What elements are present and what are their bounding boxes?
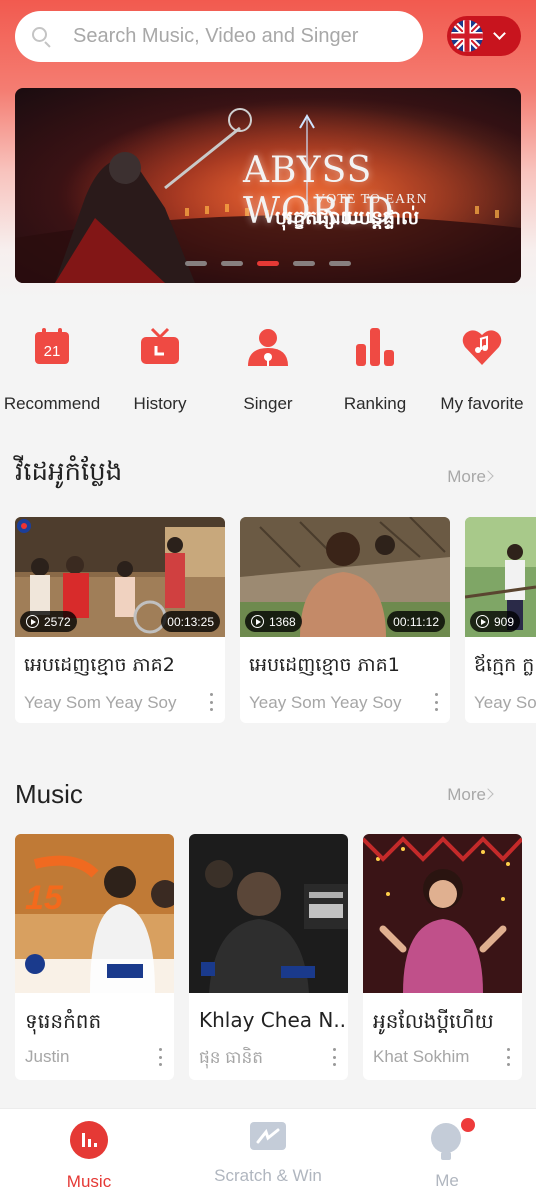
music-more-link[interactable]: More bbox=[447, 785, 486, 805]
category-label: Singer bbox=[243, 394, 293, 413]
category-singer[interactable]: Singer bbox=[218, 318, 318, 413]
language-selector[interactable] bbox=[447, 16, 521, 56]
more-options-icon[interactable] bbox=[507, 1048, 511, 1066]
section-title-videos: វីដេអូកំប្លែង bbox=[15, 456, 123, 486]
ranking-icon bbox=[354, 326, 396, 368]
music-cover bbox=[189, 834, 348, 993]
video-thumbnail: 909 bbox=[465, 517, 536, 637]
videos-more-link[interactable]: More bbox=[447, 467, 486, 487]
video-card[interactable]: 2572 00:13:25 អេបដេញខ្មោច ភាគ2 Yeay Som … bbox=[15, 517, 225, 723]
view-count-badge: 909 bbox=[470, 611, 521, 632]
song-artist: ផុន ធានិត bbox=[199, 1048, 264, 1067]
music-card[interactable]: អូនលែងប្តីហើយ Khat Sokhim bbox=[363, 834, 522, 1080]
video-thumbnail: 1368 00:11:12 bbox=[240, 517, 450, 637]
singer-icon bbox=[247, 326, 289, 368]
play-count-icon bbox=[251, 615, 264, 628]
category-history[interactable]: History bbox=[110, 318, 210, 413]
scratch-card-icon bbox=[250, 1122, 286, 1150]
chevron-down-icon bbox=[493, 27, 506, 40]
carousel-dot-active[interactable] bbox=[257, 261, 279, 266]
category-label: History bbox=[133, 394, 187, 413]
search-bar[interactable] bbox=[15, 11, 423, 62]
category-label: My favorite bbox=[440, 394, 524, 413]
nav-me[interactable]: Me bbox=[358, 1109, 536, 1200]
category-recommend[interactable]: 21 Recommend bbox=[2, 318, 102, 413]
category-label: Ranking bbox=[343, 394, 407, 413]
category-label: Recommend bbox=[3, 394, 101, 413]
nav-label: Music bbox=[66, 1172, 112, 1191]
category-ranking[interactable]: Ranking bbox=[325, 318, 425, 413]
heart-music-icon bbox=[461, 326, 503, 368]
song-title: អូនលែងប្តីហើយ bbox=[373, 1009, 494, 1033]
song-artist: Khat Sokhim bbox=[373, 1047, 470, 1066]
view-count: 909 bbox=[494, 614, 515, 629]
svg-text:15: 15 bbox=[25, 879, 64, 917]
play-count-icon bbox=[476, 615, 489, 628]
song-title: ទុរេនកំពត bbox=[25, 1009, 102, 1033]
music-bars-icon bbox=[70, 1121, 108, 1159]
carousel-indicator[interactable] bbox=[185, 261, 351, 266]
uk-flag-icon bbox=[451, 20, 483, 52]
more-options-icon[interactable] bbox=[333, 1048, 337, 1066]
view-count: 1368 bbox=[269, 614, 296, 629]
promo-banner[interactable]: ABYSS WORLD VOTE TO EARN បុរក្ខតផ្សាយបន្… bbox=[15, 88, 521, 283]
carousel-dot[interactable] bbox=[221, 261, 243, 266]
section-title-music: Music bbox=[15, 779, 83, 809]
video-title: អេបដេញខ្មោច ភាគ2 bbox=[24, 654, 175, 676]
song-artist: Justin bbox=[25, 1047, 70, 1066]
play-count-icon bbox=[26, 615, 39, 628]
music-card[interactable]: 15 ទុរេនកំពត Justin bbox=[15, 834, 174, 1080]
banner-khmer-text: បុរក្ខតផ្សាយបន្តផ្ទាល់ bbox=[275, 207, 420, 229]
duration-badge: 00:13:25 bbox=[161, 611, 220, 632]
nav-label: Scratch & Win bbox=[214, 1166, 322, 1185]
duration: 00:13:25 bbox=[167, 614, 214, 629]
video-thumbnail: 2572 00:13:25 bbox=[15, 517, 225, 637]
video-title: ឪក្មេក ក្ល bbox=[474, 654, 535, 676]
duration-badge: 00:11:12 bbox=[387, 611, 445, 632]
music-cover bbox=[363, 834, 522, 993]
song-title: Khlay Chea N... bbox=[199, 1008, 344, 1032]
view-count-badge: 1368 bbox=[245, 611, 302, 632]
notification-badge bbox=[461, 1118, 475, 1132]
video-title: អេបដេញខ្មោច ភាគ1 bbox=[249, 654, 400, 676]
music-cover: 15 bbox=[15, 834, 174, 993]
more-options-icon[interactable] bbox=[159, 1048, 163, 1066]
video-channel: Yeay Som Yeay Soy bbox=[249, 693, 402, 712]
carousel-dot[interactable] bbox=[293, 261, 315, 266]
duration: 00:11:12 bbox=[393, 614, 439, 629]
tv-icon bbox=[139, 326, 181, 368]
more-options-icon[interactable] bbox=[435, 693, 439, 711]
search-icon bbox=[31, 26, 53, 48]
bottom-navigation: Music Scratch & Win Me bbox=[0, 1108, 536, 1200]
carousel-dot[interactable] bbox=[329, 261, 351, 266]
nav-music[interactable]: Music bbox=[0, 1109, 178, 1200]
carousel-dot[interactable] bbox=[185, 261, 207, 266]
video-channel: Yeay Som Yeay Soy bbox=[24, 693, 177, 712]
more-options-icon[interactable] bbox=[210, 693, 214, 711]
video-channel: Yeay Som bbox=[474, 693, 536, 712]
search-input[interactable] bbox=[73, 25, 393, 48]
nav-label: Me bbox=[435, 1171, 459, 1190]
music-card[interactable]: Khlay Chea N... ផុន ធានិត bbox=[189, 834, 348, 1080]
view-count: 2572 bbox=[44, 614, 71, 629]
calendar-day: 21 bbox=[44, 343, 61, 360]
category-my-favorite[interactable]: My favorite bbox=[432, 318, 532, 413]
video-card[interactable]: 1368 00:11:12 អេបដេញខ្មោច ភាគ1 Yeay Som … bbox=[240, 517, 450, 723]
video-card[interactable]: 909 ឪក្មេក ក្ល Yeay Som bbox=[465, 517, 536, 723]
calendar-icon: 21 bbox=[31, 326, 73, 368]
view-count-badge: 2572 bbox=[20, 611, 77, 632]
nav-scratch-win[interactable]: Scratch & Win bbox=[179, 1109, 357, 1200]
